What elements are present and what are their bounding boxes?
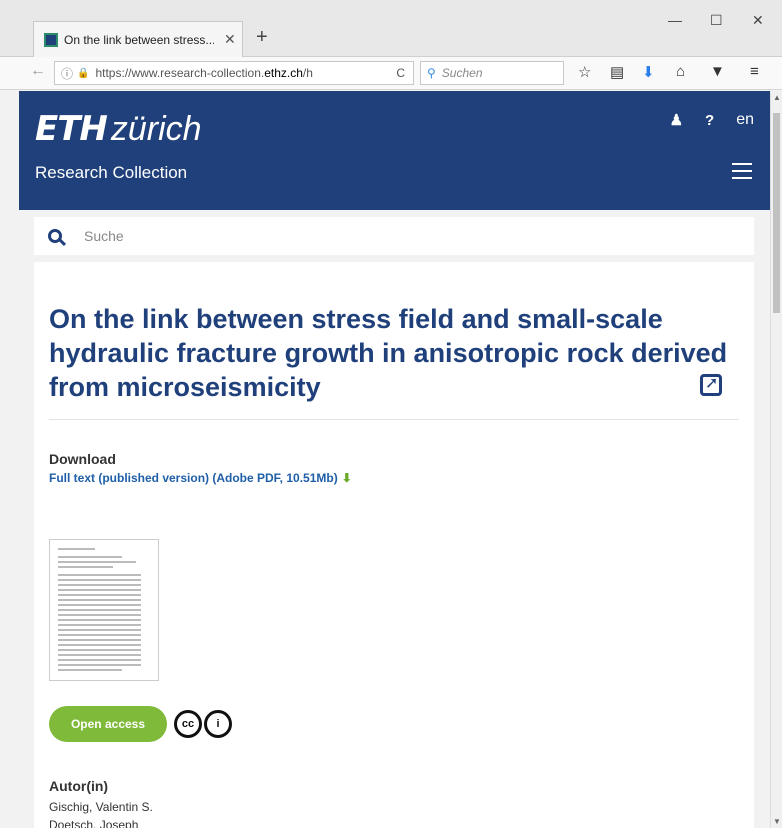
close-window-button[interactable]: ✕: [752, 12, 764, 29]
download-link[interactable]: Full text (published version) (Adobe PDF…: [49, 471, 352, 485]
browser-tab[interactable]: On the link between stress... ✕: [33, 21, 243, 57]
search-engine-icon: ⚲: [427, 66, 436, 80]
tab-close-icon[interactable]: ✕: [224, 31, 236, 48]
new-tab-button[interactable]: +: [256, 26, 268, 49]
author-link[interactable]: Gischig, Valentin S.: [49, 800, 153, 814]
back-button[interactable]: ←: [30, 62, 46, 80]
title-divider: [49, 419, 739, 420]
download-arrow-icon: ⬇: [341, 471, 352, 485]
tab-title: On the link between stress...: [64, 32, 214, 47]
eth-logo[interactable]: ETH zürich: [35, 109, 202, 149]
author-heading: Autor(in): [49, 778, 109, 794]
cc-icon: cc: [174, 710, 202, 738]
scroll-down-icon[interactable]: ▼: [773, 817, 781, 826]
header-actions: ♟ ? en: [670, 111, 754, 129]
page-content: ETH zürich Research Collection ♟ ? en Suc…: [19, 91, 770, 828]
user-icon[interactable]: ♟: [670, 111, 683, 129]
browser-nav-bar: ← ⓘ 🔒 https://www.research-collection.et…: [0, 57, 782, 90]
language-switch[interactable]: en: [736, 111, 754, 129]
scroll-up-icon[interactable]: ▲: [773, 93, 781, 102]
home-icon[interactable]: ⌂: [676, 63, 685, 80]
hamburger-menu-icon[interactable]: [732, 163, 752, 184]
downloads-icon[interactable]: ⬇: [642, 63, 655, 81]
reading-list-icon[interactable]: ▤: [610, 63, 624, 81]
site-search-bar[interactable]: Suche: [34, 217, 754, 255]
download-heading: Download: [49, 451, 116, 467]
browser-title-bar: On the link between stress... ✕ + — ☐ ✕: [0, 0, 782, 57]
help-icon[interactable]: ?: [705, 112, 714, 129]
record-card: On the link between stress field and sma…: [34, 262, 754, 828]
page-title: On the link between stress field and sma…: [49, 304, 728, 402]
lock-icon: 🔒: [77, 67, 90, 79]
reload-icon[interactable]: C: [396, 66, 405, 80]
pocket-icon[interactable]: ▼: [710, 63, 725, 80]
info-icon[interactable]: ⓘ: [61, 65, 73, 82]
search-icon[interactable]: [48, 229, 62, 243]
open-access-badge[interactable]: Open access: [49, 706, 167, 742]
share-icon[interactable]: [700, 373, 722, 396]
page-scrollbar[interactable]: ▲ ▼: [770, 91, 782, 828]
maximize-button[interactable]: ☐: [710, 12, 723, 29]
site-subtitle[interactable]: Research Collection: [35, 163, 187, 183]
scrollbar-thumb[interactable]: [773, 113, 780, 313]
creative-commons-license[interactable]: cc i: [174, 710, 232, 738]
bookmark-star-icon[interactable]: ☆: [578, 63, 591, 81]
browser-search-placeholder: Suchen: [441, 66, 483, 80]
site-header: ETH zürich Research Collection ♟ ? en: [19, 91, 770, 210]
search-input[interactable]: Suche: [84, 228, 124, 244]
minimize-button[interactable]: —: [668, 12, 682, 28]
eth-favicon-icon: [44, 32, 58, 47]
browser-search-field[interactable]: ⚲ Suchen: [420, 61, 564, 85]
author-link[interactable]: Doetsch, Joseph: [49, 818, 138, 828]
url-text: https://www.research-collection.ethz.ch/…: [95, 66, 313, 80]
cc-by-icon: i: [204, 710, 232, 738]
browser-menu-icon[interactable]: ≡: [750, 63, 759, 80]
url-bar[interactable]: ⓘ 🔒 https://www.research-collection.ethz…: [54, 61, 414, 85]
pdf-thumbnail[interactable]: [49, 539, 159, 681]
